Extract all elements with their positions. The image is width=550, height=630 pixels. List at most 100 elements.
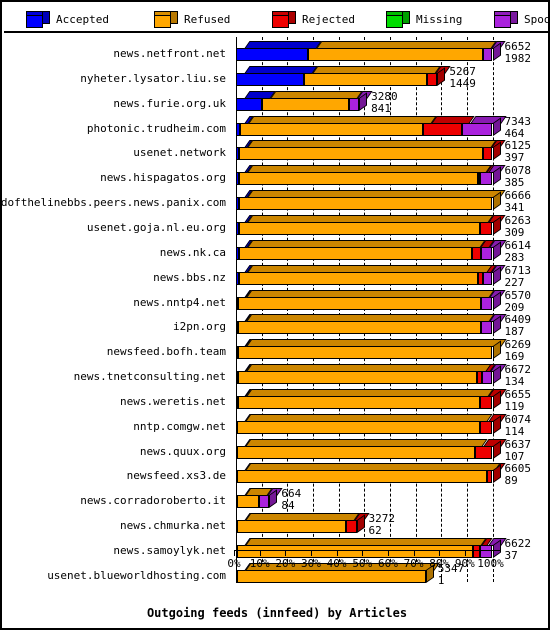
bar-value-secondary: 62: [368, 524, 382, 538]
bar-value-secondary: 464: [504, 126, 525, 140]
bar-segment-refused: [236, 569, 426, 583]
legend-item-label: Rejected: [302, 12, 355, 26]
x-axis-tick-label: 50%: [352, 557, 373, 570]
y-axis-label: news.samoylyk.net: [113, 544, 226, 557]
bar-row[interactable]: 6605 89: [232, 463, 548, 488]
bar-segment-side: [269, 489, 278, 509]
bar-row[interactable]: 5267 1449: [232, 65, 548, 91]
bar-segment-refused: [238, 296, 482, 310]
x-axis-tick-label: 10%: [249, 557, 270, 570]
bar-row[interactable]: 664 84: [232, 488, 548, 513]
bar-value-secondary: 1449: [449, 76, 476, 90]
bar-row[interactable]: 6125 397: [232, 140, 548, 165]
cube-icon: [154, 10, 178, 28]
x-axis-tick: [490, 551, 492, 556]
x-axis-tick-label: 90%: [454, 557, 475, 570]
legend-item-rejected[interactable]: Rejected: [272, 7, 355, 31]
bar-row[interactable]: 6666 341: [232, 190, 548, 215]
cube-icon: [386, 10, 410, 28]
bar-row[interactable]: 6074 114: [232, 412, 548, 439]
bar-row[interactable]: 6614 283: [232, 239, 548, 265]
x-axis-tick-label: 0%: [227, 557, 241, 570]
bar-segment-spooled: [461, 122, 493, 136]
bar-segment-spooled: [481, 371, 493, 385]
x-axis-tick: [336, 551, 338, 556]
bar-segment-refused: [240, 122, 424, 136]
x-axis-tick-label: 80%: [429, 557, 450, 570]
bar-value-secondary: 187: [504, 325, 525, 339]
x-axis-tick-label: 20%: [275, 557, 296, 570]
bar-value-labels: 6263 309: [505, 215, 532, 239]
bar-segment-refused: [239, 197, 493, 211]
bar-segment-spooled: [483, 48, 493, 61]
x-axis-tick: [234, 551, 235, 556]
bar-row[interactable]: 6570 209: [232, 289, 548, 315]
bar-value-secondary: 309: [504, 225, 525, 239]
bar-row[interactable]: 6409 187: [232, 314, 548, 339]
bar-value-labels: 6637 107: [505, 439, 532, 463]
x-axis-tick: [464, 551, 466, 556]
plot-area: news.netfront.net nyheter.lysator.liu.se n…: [2, 33, 548, 598]
bar-value-secondary: 114: [504, 424, 525, 438]
cube-icon: [26, 10, 50, 28]
bar-segment-top: [248, 115, 437, 124]
bar-segment-rejected: [487, 470, 493, 484]
legend-item-accepted[interactable]: Accepted: [26, 7, 109, 31]
bar-row[interactable]: 7343 464: [232, 115, 548, 141]
chart-page: Accepted Refused Rejected Missing Spooled ne…: [0, 0, 550, 630]
bar-row[interactable]: 6672 134: [232, 364, 548, 389]
chart-legend: Accepted Refused Rejected Missing Spooled: [4, 4, 548, 33]
legend-item-refused[interactable]: Refused: [154, 7, 230, 31]
x-axis-line: [234, 550, 501, 551]
bar-value-labels: 6614 283: [505, 240, 532, 264]
bar-row[interactable]: 3280 841: [232, 90, 548, 116]
y-axis-label: news.netfront.net: [113, 47, 226, 60]
y-axis-labels: news.netfront.net nyheter.lysator.liu.se n…: [2, 33, 232, 582]
bar-segment-refused: [239, 147, 483, 161]
y-axis-label: news.bbs.nz: [153, 270, 226, 284]
bar-segment-top: [245, 388, 494, 397]
bar-row[interactable]: 6078 385: [232, 165, 548, 190]
x-axis-tick-label: 30%: [301, 557, 321, 570]
bar-row[interactable]: 6637 107: [232, 438, 548, 464]
bar-value-labels: 6713 227: [505, 265, 532, 289]
bar-row[interactable]: 6263 309: [232, 214, 548, 240]
plot-canvas: 6652 1982 5267 1449 3280 841 7343 464 6125 397 607…: [232, 33, 548, 598]
legend-item-spooled[interactable]: Spooled: [494, 7, 548, 31]
bar-value-labels: 6666 341: [505, 190, 532, 214]
bar-value-secondary: 89: [504, 474, 518, 488]
bar-segment-rejected: [427, 72, 438, 86]
bar-row[interactable]: 6652 1982: [232, 41, 548, 66]
cube-icon: [494, 10, 518, 28]
legend-item-label: Accepted: [56, 12, 109, 26]
bar-value-total: 6074: [504, 412, 532, 426]
bar-value-labels: 6078 385: [505, 165, 532, 189]
x-axis-tick: [285, 551, 287, 556]
bar-row[interactable]: 6655 119: [232, 388, 548, 414]
bar-row[interactable]: 6269 169: [232, 339, 548, 364]
bar-segment-spooled: [483, 271, 493, 285]
bar-value-labels: 3280 841: [371, 91, 398, 115]
y-axis-label: news.hispagatos.org: [100, 171, 226, 185]
bar-segment-rejected: [479, 420, 493, 434]
bar-value-secondary: 107: [504, 449, 525, 463]
bar-value-secondary: 84: [281, 499, 295, 513]
legend-item-missing[interactable]: Missing: [386, 7, 462, 31]
bar-value-secondary: 209: [504, 300, 525, 314]
bar-row[interactable]: 3272 62: [232, 513, 548, 538]
bar-segment-top: [247, 190, 507, 199]
bar-row[interactable]: 6713 227: [232, 264, 548, 290]
y-axis-label: endofthelinebbs.peers.news.panix.com: [0, 196, 226, 210]
bar-value-secondary: 397: [504, 151, 525, 165]
bar-segment-rejected: [480, 221, 493, 235]
bar-segment-top: [246, 264, 492, 273]
bar-value-total: 3280: [371, 89, 398, 103]
y-axis-label: usenet.blueworldhosting.com: [47, 568, 226, 582]
bar-segment-refused: [237, 520, 347, 534]
bar-segment-rejected: [474, 445, 493, 459]
y-axis-label: news.weretis.net: [120, 394, 226, 408]
bar-segment-top: [246, 239, 486, 248]
bar-segment-refused: [237, 470, 488, 484]
bar-segment-accepted: [236, 48, 308, 61]
bar-segment-refused: [261, 97, 349, 111]
